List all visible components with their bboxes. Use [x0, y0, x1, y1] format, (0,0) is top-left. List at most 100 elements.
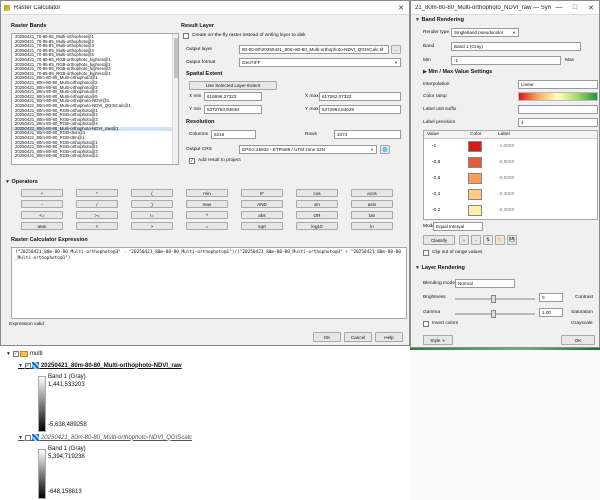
close-icon[interactable]: ✕ — [583, 1, 599, 15]
precision-spinbox[interactable]: 4 — [518, 118, 598, 127]
class-color-swatch[interactable] — [468, 173, 482, 184]
blend-select[interactable]: Normal — [455, 279, 515, 288]
operator-button[interactable]: ) — [131, 200, 173, 208]
operator-button[interactable]: / — [76, 200, 118, 208]
band-select[interactable]: Band 1 (Gray) — [451, 42, 581, 51]
unit-suffix-input[interactable] — [518, 105, 598, 114]
operator-button[interactable]: min — [186, 189, 228, 197]
operator-button[interactable]: sin — [296, 200, 338, 208]
brightness-input[interactable]: 0 — [539, 293, 563, 302]
collapse-triangle-icon[interactable]: ▼ — [18, 363, 23, 369]
class-label[interactable]: -0,8000 — [498, 160, 514, 165]
operator-button[interactable]: atan — [21, 222, 63, 230]
operator-button[interactable]: = — [186, 222, 228, 230]
symbology-ok-button[interactable]: OK — [561, 335, 595, 345]
help-button[interactable]: Help — [375, 332, 403, 342]
layer2-visibility-checkbox[interactable] — [24, 434, 31, 441]
operator-button[interactable]: <= — [21, 211, 63, 219]
operator-button[interactable]: != — [131, 211, 173, 219]
layer1-visibility-checkbox[interactable]: ✓ — [24, 362, 31, 369]
class-color-swatch[interactable] — [468, 205, 482, 216]
min-input[interactable]: -1 — [451, 56, 561, 65]
group-row[interactable]: ▼ ✓ multi — [6, 351, 43, 357]
clip-checkbox[interactable] — [423, 250, 429, 256]
invert-ramp-icon[interactable]: ⇅ — [483, 235, 493, 245]
operator-button[interactable]: ( — [131, 189, 173, 197]
operator-button[interactable]: + — [21, 189, 63, 197]
crs-selector-icon[interactable]: 🌐 — [380, 145, 390, 154]
add-class-icon[interactable]: + — [459, 235, 469, 245]
remove-class-icon[interactable]: − — [471, 235, 481, 245]
class-color-swatch[interactable] — [468, 157, 482, 168]
bands-scrollbar-thumb[interactable] — [174, 38, 178, 78]
rows-input[interactable]: 3374 — [334, 130, 401, 139]
layer2-row[interactable]: ▼ 20250421_80m-80-80_Multi-orthophoto-ND… — [18, 434, 192, 441]
add-result-checkbox[interactable]: ✓ — [189, 158, 195, 164]
xmax-input[interactable]: 617262,07322 — [319, 92, 401, 101]
operator-button[interactable]: - — [21, 200, 63, 208]
band-rendering-header[interactable]: ▼ Band Rendering — [415, 17, 464, 23]
color-ramp-selector[interactable] — [518, 92, 598, 101]
operator-button[interactable]: max — [186, 200, 228, 208]
operator-button[interactable]: tan — [351, 211, 393, 219]
class-label[interactable]: -0,6000 — [498, 176, 514, 181]
class-value[interactable]: -0,2 — [432, 208, 440, 213]
on-the-fly-checkbox[interactable] — [183, 33, 189, 39]
gamma-slider[interactable] — [455, 310, 535, 318]
raster-band-item[interactable]: 20250421_80m-80-80_RGB-orthophoto@4 — [12, 154, 178, 159]
bands-scrollbar[interactable] — [172, 34, 178, 164]
minmax-header[interactable]: ▶ Min / Max Value Settings — [423, 69, 492, 75]
maximize-icon[interactable]: □ — [567, 1, 583, 15]
class-color-swatch[interactable] — [468, 189, 482, 200]
save-colormap-icon[interactable]: 💾 — [507, 235, 517, 245]
operator-button[interactable]: asin — [351, 200, 393, 208]
browse-button[interactable]: … — [391, 45, 401, 54]
xmin-input[interactable]: 616996,27323 — [204, 92, 262, 101]
style-button[interactable]: Style ▼ — [423, 335, 453, 345]
operator-button[interactable]: abs — [241, 211, 283, 219]
gamma-input[interactable]: 1,00 — [539, 308, 563, 317]
collapse-triangle-icon[interactable]: ▼ — [18, 435, 23, 441]
class-value[interactable]: -0,4 — [432, 192, 440, 197]
brightness-slider[interactable] — [455, 295, 535, 303]
close-icon[interactable]: ✕ — [393, 1, 409, 15]
operator-button[interactable]: sqrt — [241, 222, 283, 230]
group-visibility-checkbox[interactable]: ✓ — [12, 351, 19, 357]
layer-rendering-header[interactable]: ▼ Layer Rendering — [415, 265, 465, 271]
ok-button[interactable]: OK — [313, 332, 341, 342]
raster-bands-list[interactable]: 20250421_70-85-85_Multi-orthophoto@1 2025… — [11, 33, 179, 165]
class-color-swatch[interactable] — [468, 141, 482, 152]
class-label[interactable]: -1,0000 — [498, 144, 514, 149]
ymin-input[interactable]: 5372793,94630 — [204, 105, 262, 114]
operator-button[interactable]: cos — [296, 189, 338, 197]
output-crs-select[interactable]: EPSG:25832 - ETRS89 / UTM zone 32N ▼ — [239, 145, 377, 154]
columns-input[interactable]: 5316 — [211, 130, 256, 139]
classify-button[interactable]: Classify — [423, 235, 455, 245]
operator-button[interactable]: ln — [351, 222, 393, 230]
output-layer-input[interactable]: 80-80-80\20250421_80m-80-80_Multi-orthop… — [239, 45, 389, 54]
operator-button[interactable]: log10 — [296, 222, 338, 230]
mode-select[interactable]: Equal Interval — [433, 222, 483, 231]
class-value[interactable]: -0,6 — [432, 176, 440, 181]
operator-button[interactable]: AND — [241, 200, 283, 208]
operator-button[interactable]: >= — [76, 211, 118, 219]
interpolation-select[interactable]: Linear — [518, 80, 598, 89]
collapse-triangle-icon[interactable]: ▼ — [6, 351, 11, 357]
operator-button[interactable]: < — [76, 222, 118, 230]
use-selected-extent-button[interactable]: Use Selected Layer Extent — [189, 81, 277, 90]
output-format-select[interactable]: GeoTIFF ▼ — [239, 58, 401, 67]
operators-header[interactable]: ▼ Operators — [5, 179, 38, 185]
expression-editor[interactable]: ("20250421_80m-80-80_Multi-orthophoto@3"… — [11, 247, 407, 319]
operator-button[interactable]: IF — [241, 189, 283, 197]
class-label[interactable]: -0,4000 — [498, 192, 514, 197]
class-value[interactable]: -0,8 — [432, 160, 440, 165]
operator-button[interactable]: OR — [296, 211, 338, 219]
operator-button[interactable]: ^ — [186, 211, 228, 219]
gamma-slider-handle[interactable] — [491, 310, 496, 318]
load-colormap-icon[interactable]: 📁 — [495, 235, 505, 245]
operator-button[interactable]: acos — [351, 189, 393, 197]
layer1-row[interactable]: ▼ ✓ 20250421_80m-80-80_Multi-orthophoto-… — [18, 362, 182, 369]
operator-button[interactable]: * — [76, 189, 118, 197]
invert-colors-checkbox[interactable] — [423, 321, 429, 327]
ymax-input[interactable]: 5372962,64629 — [319, 105, 401, 114]
